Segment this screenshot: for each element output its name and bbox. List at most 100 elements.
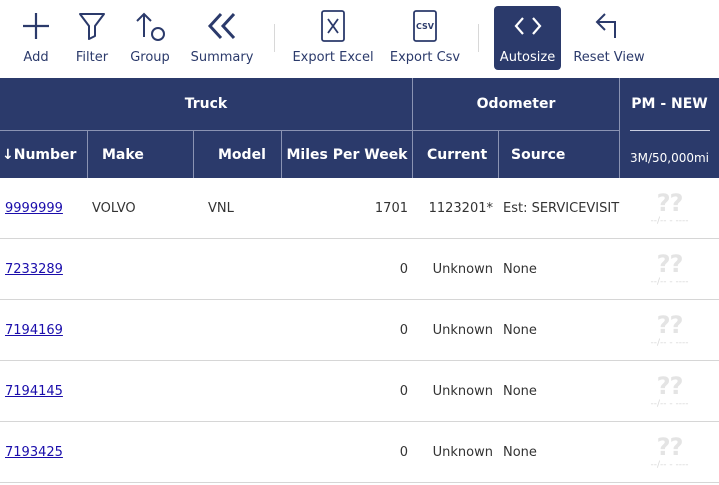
truck-number-link[interactable]: 7193425: [5, 445, 63, 460]
group-header-odometer: Odometer: [476, 96, 556, 112]
group-label: Group: [130, 50, 170, 65]
header-divider: [630, 130, 710, 131]
pm-date-placeholder: --/-- - ----: [650, 398, 689, 409]
toolbar: Add Filter Group Summary Export Excel CS…: [0, 0, 719, 78]
cell-model: VNL: [208, 200, 234, 216]
column-header-model[interactable]: Model: [194, 131, 281, 178]
csv-file-icon: CSV: [407, 8, 443, 44]
pm-unknown-glyph: ??: [656, 188, 684, 217]
group-button[interactable]: Group: [128, 6, 172, 70]
undo-arrow-icon: [591, 8, 627, 44]
cell-odometer-source: Est: SERVICEVISIT: [503, 200, 620, 216]
truck-number-link[interactable]: 7233289: [5, 262, 63, 277]
add-button[interactable]: Add: [14, 6, 58, 70]
pm-date-placeholder: --/-- - ----: [650, 276, 689, 287]
group-header-truck: Truck: [184, 96, 228, 112]
table-row[interactable]: 7233289 0 Unknown None?? --/-- - ----: [0, 239, 719, 300]
cell-miles-per-week: 0: [399, 383, 408, 399]
table-row[interactable]: 7193425 0 Unknown None?? --/-- - ----: [0, 422, 719, 483]
column-divider: [281, 130, 282, 178]
cell-make: VOLVO: [92, 200, 136, 216]
cell-pm-status[interactable]: ?? --/-- - ----: [620, 422, 719, 482]
cell-number: 7194169: [5, 300, 85, 360]
csv-glyph: CSV: [416, 21, 434, 31]
column-divider: [498, 130, 499, 178]
cell-make: [92, 300, 192, 360]
cell-model: [208, 239, 280, 299]
cell-miles-per-week: 1701: [374, 200, 408, 216]
pm-date-placeholder: --/-- - ----: [650, 215, 689, 226]
column-header-miles-per-week[interactable]: Miles Per Week: [282, 131, 412, 178]
cell-number: 7193425: [5, 422, 85, 482]
cell-current-odometer: Unknown: [432, 444, 493, 460]
plus-icon: [18, 8, 54, 44]
code-brackets-icon: [510, 8, 546, 44]
summary-label: Summary: [190, 50, 254, 65]
column-header-number[interactable]: ↓Number: [0, 131, 87, 178]
autosize-button[interactable]: Autosize: [494, 6, 561, 70]
cell-make: [92, 361, 192, 421]
column-header-current[interactable]: Current: [413, 131, 498, 178]
pm-unknown-glyph: ??: [656, 432, 684, 461]
cell-number: 9999999: [5, 178, 85, 238]
autosize-label: Autosize: [499, 50, 556, 65]
pm-date-placeholder: --/-- - ----: [650, 337, 689, 348]
cell-make: [92, 239, 192, 299]
cell-make: [92, 422, 192, 482]
truck-number-link[interactable]: 7194145: [5, 384, 63, 399]
filter-label: Filter: [75, 50, 109, 65]
pm-unknown-glyph: ??: [656, 371, 684, 400]
export-csv-label: Export Csv: [389, 50, 461, 65]
column-divider: [412, 78, 413, 178]
table-row[interactable]: 7194145 0 Unknown None?? --/-- - ----: [0, 361, 719, 422]
cell-model: [208, 422, 280, 482]
cell-current-odometer: Unknown: [432, 261, 493, 277]
summary-button[interactable]: Summary: [190, 6, 254, 70]
cell-odometer-source: None: [503, 322, 537, 338]
toolbar-divider: [478, 24, 479, 52]
cell-number: 7194145: [5, 361, 85, 421]
table-row[interactable]: 9999999 VOLVO VNL 1701 1123201* Est: SERVICEV…: [0, 178, 719, 239]
reset-view-button[interactable]: Reset View: [573, 6, 645, 70]
cell-odometer-source: None: [503, 261, 537, 277]
export-excel-label: Export Excel: [292, 50, 374, 65]
cell-current-odometer: Unknown: [432, 383, 493, 399]
double-chevron-left-icon: [204, 8, 240, 44]
column-header-pm-interval[interactable]: 3M/50,000mi: [620, 138, 719, 178]
pm-unknown-glyph: ??: [656, 310, 684, 339]
cell-pm-status[interactable]: ?? --/-- - ----: [620, 361, 719, 421]
cell-pm-status[interactable]: ?? --/-- - ----: [620, 300, 719, 360]
add-label: Add: [23, 50, 49, 65]
group-icon: [132, 8, 168, 44]
column-divider: [619, 78, 620, 178]
excel-file-icon: [315, 8, 351, 44]
cell-model: [208, 300, 280, 360]
column-header-make[interactable]: Make: [88, 131, 193, 178]
filter-button[interactable]: Filter: [72, 6, 112, 70]
cell-miles-per-week: 0: [399, 322, 408, 338]
cell-model: [208, 361, 280, 421]
grid-header: Truck Odometer PM - NEW ↓Number Make Mod…: [0, 78, 719, 178]
cell-miles-per-week: 0: [399, 444, 408, 460]
truck-number-link[interactable]: 7194169: [5, 323, 63, 338]
group-header-pm: PM - NEW: [631, 96, 708, 112]
cell-current-odometer: 1123201*: [428, 200, 493, 216]
column-divider: [193, 130, 194, 178]
export-csv-button[interactable]: CSV Export Csv: [390, 6, 460, 70]
cell-odometer-source: None: [503, 383, 537, 399]
reset-view-label: Reset View: [573, 50, 645, 65]
cell-pm-status[interactable]: ?? --/-- - ----: [620, 239, 719, 299]
export-excel-button[interactable]: Export Excel: [292, 6, 374, 70]
toolbar-divider: [274, 24, 275, 52]
column-header-source[interactable]: Source: [499, 131, 619, 178]
truck-number-link[interactable]: 9999999: [5, 201, 63, 216]
filter-icon: [74, 8, 110, 44]
cell-number: 7233289: [5, 239, 85, 299]
pm-date-placeholder: --/-- - ----: [650, 459, 689, 470]
cell-miles-per-week: 0: [399, 261, 408, 277]
cell-pm-status[interactable]: ?? --/-- - ----: [620, 178, 719, 238]
table-row[interactable]: 7194169 0 Unknown None?? --/-- - ----: [0, 300, 719, 361]
pm-unknown-glyph: ??: [656, 249, 684, 278]
column-divider: [87, 130, 88, 178]
cell-odometer-source: None: [503, 444, 537, 460]
